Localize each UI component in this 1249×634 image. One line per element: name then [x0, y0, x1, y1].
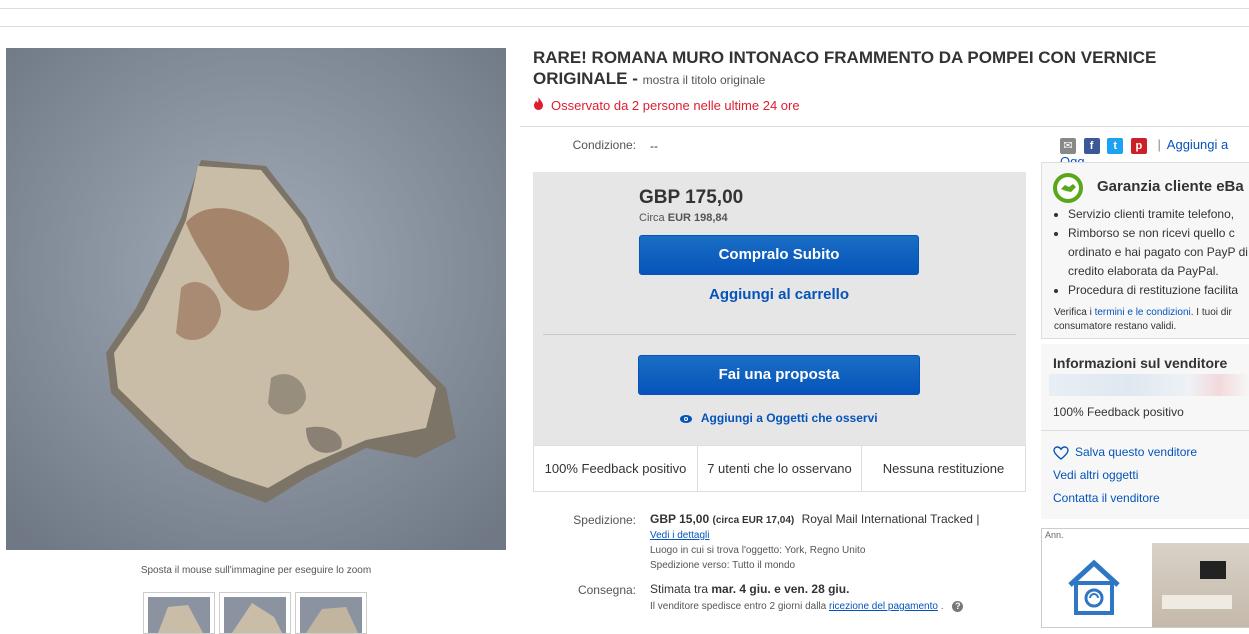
twitter-icon[interactable]: t	[1107, 137, 1124, 154]
guarantee-item: Procedura di restituzione facilita	[1068, 281, 1249, 300]
guarantee-icon	[1052, 172, 1084, 209]
flame-icon	[533, 97, 545, 113]
contact-seller-link[interactable]: Contatta il venditore	[1053, 491, 1160, 505]
price-approx: Circa EUR 198,84	[639, 212, 728, 224]
guarantee-list: Servizio clienti tramite telefono, Rimbo…	[1054, 205, 1249, 300]
delivery-estimate: Stimata tra mar. 4 giu. e ven. 28 giu.	[650, 582, 849, 596]
seller-username-blurred[interactable]	[1049, 374, 1249, 396]
top-divider	[0, 26, 1249, 27]
item-title-text: RARE! ROMANA MURO INTONACO FRAMMENTO DA …	[533, 48, 1157, 88]
facebook-icon[interactable]: f	[1083, 137, 1100, 154]
product-image[interactable]	[6, 48, 506, 550]
delivery-label: Consegna:	[577, 583, 636, 597]
payment-receipt-link[interactable]: ricezione del pagamento	[829, 601, 938, 612]
seller-feedback: 100% Feedback positivo	[1053, 405, 1184, 419]
save-seller-text: Salva questo venditore	[1075, 445, 1198, 459]
delivery-note-prefix: Il venditore spedisce entro 2 giorni dal…	[650, 601, 827, 612]
title-divider	[520, 126, 1249, 127]
zoom-hint: Sposta il mouse sull'immagine per esegui…	[140, 565, 372, 576]
stat-watchers: 7 utenti che lo osservano	[698, 446, 862, 491]
price-approx-value: EUR 198,84	[667, 212, 728, 224]
guarantee-footer-prefix: Verifica i	[1054, 307, 1092, 318]
delivery-note-suffix: .	[940, 601, 944, 612]
tv-shape	[1200, 561, 1226, 579]
top-bar	[0, 0, 1249, 9]
email-icon[interactable]: ✉	[1060, 137, 1076, 154]
shipping-details-link[interactable]: Vedi i dettagli	[650, 530, 710, 541]
title-separator: -	[632, 69, 638, 88]
seller-panel: Informazioni sul venditore 100% Feedback…	[1041, 344, 1249, 519]
stat-returns: Nessuna restituzione	[882, 461, 1005, 476]
shipping-service: Royal Mail International Tracked |	[801, 512, 980, 526]
price-approx-prefix: Circa	[639, 212, 665, 224]
shipping-price: GBP 15,00	[650, 512, 710, 526]
buy-box-divider	[543, 334, 1016, 335]
guarantee-item: Rimborso se non ricevi quello c ordinato…	[1068, 224, 1249, 281]
delivery-range: mar. 4 giu. e ven. 28 giu.	[711, 582, 850, 596]
fresco-fragment-image	[6, 48, 506, 550]
condition-value: --	[650, 139, 658, 153]
watchers-banner: Osservato da 2 persone nelle ultime 24 o…	[533, 97, 800, 113]
add-to-cart-link[interactable]: Aggiungi al carrello	[639, 286, 919, 303]
price: GBP 175,00	[639, 187, 744, 208]
delivery-note: Il venditore spedisce entro 2 giorni dal…	[650, 601, 964, 612]
item-title: RARE! ROMANA MURO INTONACO FRAMMENTO DA …	[533, 47, 1233, 91]
item-location: Luogo in cui si trova l'oggetto: York, R…	[650, 545, 866, 556]
shipping-label: Spedizione:	[573, 513, 636, 527]
terms-link[interactable]: termini e le condizioni	[1095, 307, 1191, 318]
thumbnail-2[interactable]	[219, 592, 291, 634]
thumbnail-1[interactable]	[143, 592, 215, 634]
show-original-title-link[interactable]: mostra il titolo originale	[643, 73, 766, 87]
thumbnail-3[interactable]	[295, 592, 367, 634]
seller-divider	[1041, 430, 1249, 431]
add-to-watchlist-link[interactable]: Aggiungi a Oggetti che osservi	[680, 411, 878, 425]
add-to-watchlist-text: Aggiungi a Oggetti che osservi	[700, 411, 878, 425]
condition-label: Condizione:	[572, 138, 636, 152]
help-icon[interactable]: ?	[952, 601, 964, 612]
guarantee-footer: Verifica i termini e le condizioni. I tu…	[1054, 306, 1249, 334]
watchers-text: Osservato da 2 persone nelle ultime 24 o…	[551, 98, 800, 113]
shipping-line: GBP 15,00 (circa EUR 17,04) Royal Mail I…	[650, 512, 979, 526]
share-separator: |	[1157, 137, 1161, 152]
stats-row: 100% Feedback positivo 7 utenti che lo o…	[533, 445, 1026, 492]
seller-title: Informazioni sul venditore	[1053, 355, 1228, 371]
other-items-link[interactable]: Vedi altri oggetti	[1053, 468, 1138, 482]
buy-box	[533, 172, 1026, 445]
guarantee-title: Garanzia cliente eBa	[1097, 178, 1244, 195]
eye-icon	[680, 411, 701, 425]
heart-icon	[1053, 445, 1075, 460]
ad-room-image	[1152, 543, 1249, 627]
make-offer-button[interactable]: Fai una proposta	[638, 355, 920, 395]
delivery-prefix: Stimata tra	[650, 582, 709, 596]
pinterest-icon[interactable]: p	[1130, 137, 1147, 154]
save-seller[interactable]: Salva questo venditore	[1053, 445, 1197, 460]
ad-label: Ann.	[1045, 530, 1064, 540]
sofa-shape	[1162, 595, 1232, 609]
house-logo-icon	[1064, 557, 1124, 624]
guarantee-panel: Garanzia cliente eBa Servizio clienti tr…	[1041, 162, 1249, 339]
guarantee-item: Servizio clienti tramite telefono,	[1068, 205, 1249, 224]
ships-to: Spedizione verso: Tutto il mondo	[650, 560, 796, 571]
ad-panel[interactable]: Ann.	[1041, 528, 1249, 628]
stat-feedback: 100% Feedback positivo	[534, 446, 698, 491]
shipping-approx: (circa EUR 17,04)	[712, 515, 795, 526]
buy-now-button[interactable]: Compralo Subito	[639, 235, 919, 275]
